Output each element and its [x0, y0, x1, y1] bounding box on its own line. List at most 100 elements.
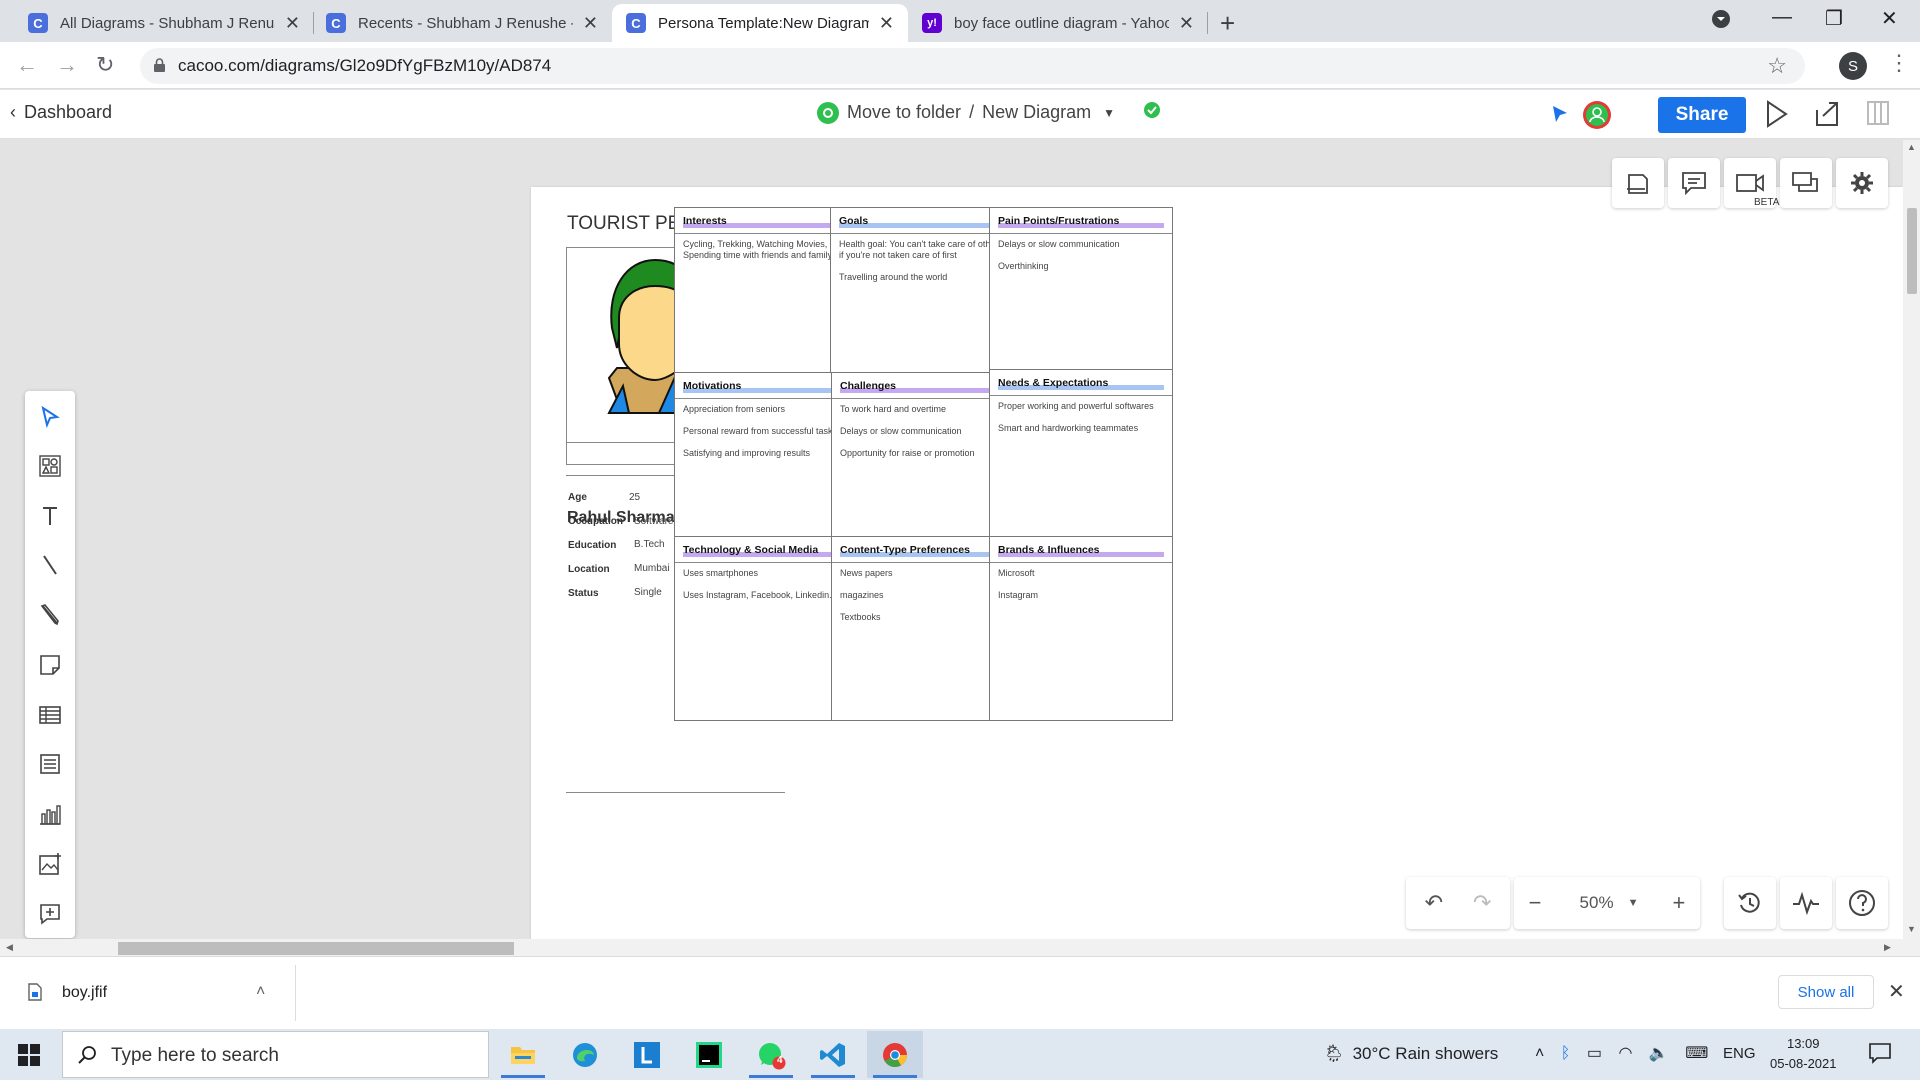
language-indicator[interactable]: ENG [1723, 1045, 1756, 1062]
vertical-scroll-thumb[interactable] [1907, 208, 1917, 294]
tab-all-diagrams[interactable]: C All Diagrams - Shubham J Renushe ✕ [14, 4, 314, 42]
whatsapp-app[interactable]: 4 [743, 1031, 799, 1078]
more-menu-icon[interactable]: ⋮ [1888, 50, 1910, 76]
redo-icon[interactable]: ↷ [1473, 890, 1491, 916]
close-icon[interactable]: ✕ [1888, 979, 1905, 1004]
persona-card[interactable]: Pain Points/Frustrations Delays or slow c… [989, 207, 1173, 392]
new-tab-button[interactable]: + [1220, 8, 1235, 39]
card-item[interactable]: magazines [840, 590, 1006, 601]
add-comment-icon[interactable] [38, 902, 62, 926]
template-icon[interactable] [38, 752, 62, 776]
persona-card[interactable]: Content-Type Preferences News papers magaz… [831, 536, 1015, 721]
history-button[interactable] [1724, 877, 1776, 929]
card-item[interactable]: Delays or slow communication [998, 239, 1164, 250]
activity-button[interactable] [1780, 877, 1832, 929]
image-upload-icon[interactable] [38, 852, 62, 876]
export-icon[interactable] [1813, 100, 1841, 133]
close-icon[interactable]: ✕ [879, 13, 894, 34]
move-to-folder-link[interactable]: Move to folder [847, 102, 961, 123]
card-item[interactable]: Health goal: You can't take care of othe… [839, 239, 1005, 261]
chevron-up-icon[interactable]: ˄ [1535, 1045, 1544, 1062]
l-app[interactable] [619, 1031, 675, 1078]
field-label-age[interactable]: Age [568, 492, 587, 503]
persona-card[interactable]: Brands & Influences Microsoft Instagram [989, 536, 1173, 721]
card-item[interactable]: Smart and hardworking teammates [998, 423, 1164, 434]
persona-card[interactable]: Challenges To work hard and overtime Delay… [831, 372, 1015, 557]
field-label-education[interactable]: Education [568, 540, 616, 551]
card-item[interactable]: Proper working and powerful softwares [998, 401, 1164, 412]
field-value-status[interactable]: Single [634, 587, 662, 598]
windows-start-icon[interactable] [18, 1044, 40, 1066]
vertical-scrollbar[interactable]: ▲ ▼ [1903, 140, 1920, 939]
card-item[interactable]: News papers [840, 568, 1006, 579]
select-pointer-icon[interactable] [38, 405, 62, 429]
field-value-education[interactable]: B.Tech [634, 539, 665, 550]
chrome-app[interactable] [867, 1031, 923, 1078]
diagram-page[interactable]: TOURIST PERSONA Rahul Sharma Age 25 Occu… [531, 187, 1903, 939]
close-icon[interactable]: ✕ [1179, 13, 1194, 34]
forward-icon[interactable]: → [56, 52, 78, 78]
collaborator-avatar[interactable] [1582, 100, 1612, 135]
back-icon[interactable]: ← [16, 52, 38, 78]
bluetooth-icon[interactable]: ᛒ [1561, 1045, 1571, 1062]
chevron-up-icon[interactable]: ˄ [256, 983, 265, 1001]
card-title[interactable]: Content-Type Preferences [840, 544, 970, 556]
chart-tool-icon[interactable] [38, 802, 62, 826]
card-title[interactable]: Interests [683, 215, 727, 227]
field-value-age[interactable]: 25 [629, 492, 640, 503]
keyboard-icon[interactable]: ⌨ [1685, 1045, 1708, 1062]
scroll-down-icon[interactable]: ▼ [1907, 924, 1916, 934]
card-item[interactable]: Textbooks [840, 612, 1006, 623]
card-item[interactable]: Instagram [998, 590, 1164, 601]
card-item[interactable]: Travelling around the world [839, 272, 1005, 283]
card-item[interactable]: Delays or slow communication [840, 426, 1006, 437]
card-title[interactable]: Motivations [683, 380, 741, 392]
edge-app[interactable] [557, 1031, 613, 1078]
settings-button[interactable] [1836, 158, 1888, 208]
zoom-level[interactable]: 50% [1580, 893, 1614, 913]
horizontal-scrollbar[interactable]: ◀ ▶ [0, 939, 1920, 956]
vscode-app[interactable] [805, 1031, 861, 1078]
flag-icon[interactable] [1551, 104, 1569, 129]
play-icon[interactable] [1765, 100, 1789, 133]
persona-card[interactable]: Goals Health goal: You can't take care of… [830, 207, 1014, 392]
card-item[interactable]: Satisfying and improving results [683, 448, 849, 459]
taskbar-search[interactable]: Type here to search [62, 1031, 489, 1078]
scroll-left-icon[interactable]: ◀ [6, 942, 13, 953]
scroll-right-icon[interactable]: ▶ [1884, 942, 1891, 953]
zoom-out-icon[interactable]: − [1529, 890, 1542, 916]
card-title[interactable]: Technology & Social Media [683, 544, 818, 556]
tab-recents[interactable]: C Recents - Shubham J Renushe - Cacoo ✕ [312, 4, 612, 42]
card-item[interactable]: Opportunity for raise or promotion [840, 448, 1006, 459]
card-title[interactable]: Challenges [840, 380, 896, 392]
card-title[interactable]: Goals [839, 215, 868, 227]
card-title[interactable]: Pain Points/Frustrations [998, 215, 1119, 227]
pages-button[interactable] [1612, 158, 1664, 208]
profile-avatar[interactable]: S [1839, 52, 1867, 80]
weather-widget[interactable]: 🌦 30°C Rain showers [1323, 1044, 1498, 1064]
share-button[interactable]: Share [1658, 97, 1746, 133]
wifi-icon[interactable]: ◠ [1618, 1045, 1632, 1062]
card-item[interactable]: Overthinking [998, 261, 1164, 272]
card-item[interactable]: Cycling, Trekking, Watching Movies, Spen… [683, 239, 849, 261]
close-icon[interactable]: ✕ [285, 13, 300, 34]
card-item[interactable]: Personal reward from successful tasks [683, 426, 849, 437]
sticky-note-icon[interactable] [38, 653, 62, 677]
volume-icon[interactable]: 🔈 [1649, 1045, 1669, 1062]
shapes-icon[interactable] [38, 454, 62, 478]
help-button[interactable] [1836, 877, 1888, 929]
close-window-icon[interactable]: ✕ [1881, 6, 1898, 31]
pycharm-app[interactable] [681, 1031, 737, 1078]
close-icon[interactable]: ✕ [583, 13, 598, 34]
scroll-up-icon[interactable]: ▲ [1907, 142, 1916, 152]
notification-center-icon[interactable] [1868, 1041, 1892, 1065]
download-item[interactable]: boy.jfif ˄ [26, 977, 296, 1011]
dashboard-link[interactable]: ‹ Dashboard [10, 102, 112, 123]
pen-tool-icon[interactable] [38, 603, 62, 627]
field-label-occupation[interactable]: Occupation [568, 516, 623, 527]
battery-icon[interactable]: ▭ [1587, 1045, 1602, 1062]
tab-search-icon[interactable] [1710, 8, 1732, 36]
diagram-canvas[interactable]: TOURIST PERSONA Rahul Sharma Age 25 Occu… [0, 140, 1903, 939]
show-all-button[interactable]: Show all [1778, 975, 1874, 1009]
bookmark-star-icon[interactable]: ☆ [1767, 53, 1787, 79]
